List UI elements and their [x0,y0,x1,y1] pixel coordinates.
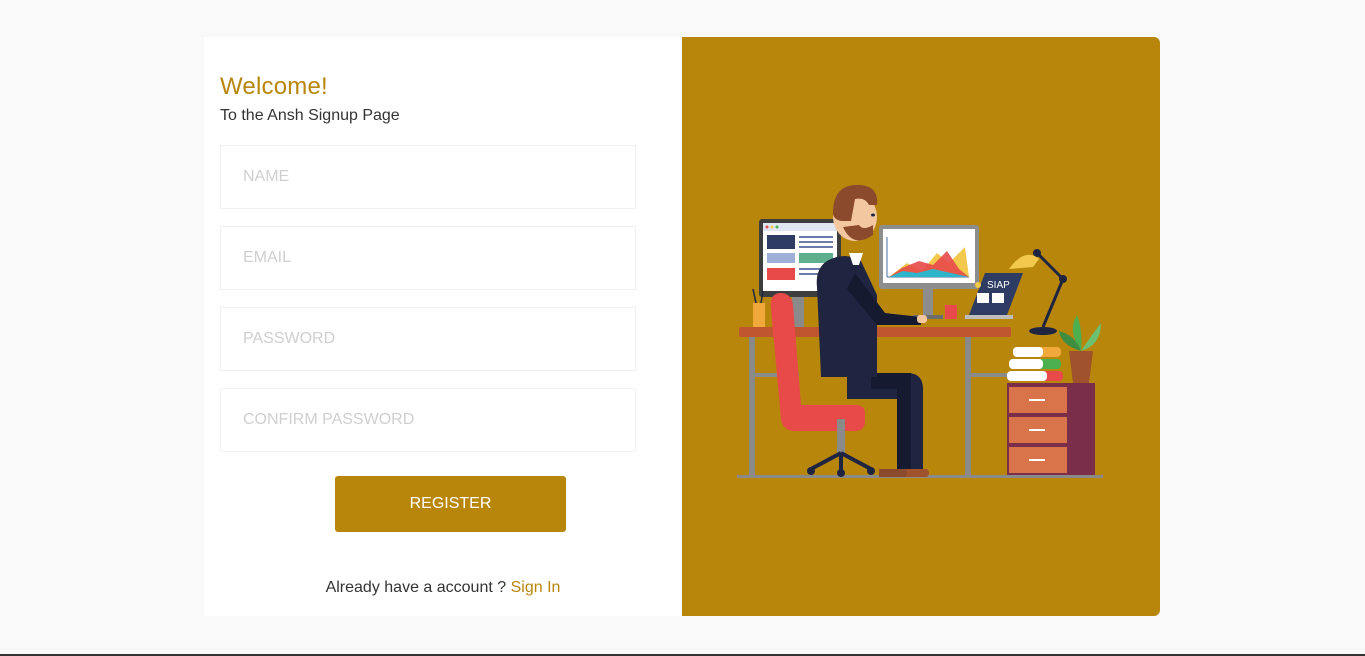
email-field[interactable] [220,226,636,290]
register-button[interactable]: REGISTER [335,476,566,532]
signin-prompt: Already have a account ? Sign In [204,579,682,597]
desk-lamp [1009,249,1067,335]
password-field[interactable] [220,307,636,371]
workspace-illustration: SIAP [737,184,1103,478]
mug [945,305,957,319]
signin-prompt-text: Already have a account ? [325,579,507,596]
laptop-label: SIAP [987,280,1010,291]
signup-card: Welcome! To the Ansh Signup Page REGISTE… [204,37,1160,616]
potted-plant [1059,315,1101,383]
book-stack [1007,347,1063,381]
page-subtitle: To the Ansh Signup Page [220,107,400,124]
illustration-panel: SIAP [682,37,1160,616]
signup-form-panel: Welcome! To the Ansh Signup Page REGISTE… [204,37,682,616]
signin-link[interactable]: Sign In [511,579,561,596]
name-field[interactable] [220,145,636,209]
confirm-password-field[interactable] [220,388,636,452]
welcome-heading: Welcome! [220,73,328,100]
drawer-cabinet [1007,383,1095,475]
right-monitor [879,225,979,319]
